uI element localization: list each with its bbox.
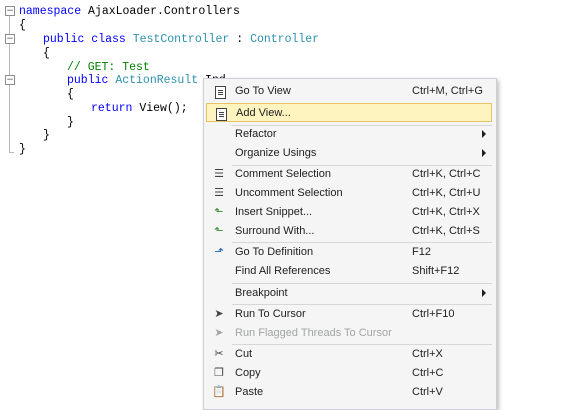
menu-item-insert-snippet[interactable]: ⬑ Insert Snippet... Ctrl+K, Ctrl+X: [206, 203, 492, 222]
brace-token: }: [19, 143, 26, 156]
menu-item-shortcut: Ctrl+K, Ctrl+C: [412, 168, 481, 180]
menu-item-label: Insert Snippet...: [235, 206, 313, 218]
menu-item-shortcut: Ctrl+C: [412, 367, 444, 379]
menu-item-shortcut: Ctrl+K, Ctrl+X: [412, 206, 480, 218]
menu-item-run-flagged-threads: ➤ Run Flagged Threads To Cursor: [206, 324, 492, 343]
menu-item-shortcut: Ctrl+K, Ctrl+S: [412, 225, 480, 237]
menu-item-shortcut: F12: [412, 246, 431, 258]
menu-item-label: Cut: [235, 348, 253, 360]
submenu-arrow-icon: [482, 130, 486, 138]
menu-item-label: Refactor: [235, 128, 277, 140]
menu-item-comment-selection[interactable]: ☰ Comment Selection Ctrl+K, Ctrl+C: [206, 165, 492, 184]
menu-item-label: Paste: [235, 386, 264, 398]
menu-item-label: Organize Usings: [235, 147, 317, 159]
menu-item-label: Find All References: [235, 265, 331, 277]
goto-definition-icon: ⬏: [214, 245, 224, 258]
document-icon: [211, 83, 227, 99]
menu-item-surround-with[interactable]: ⬑ Surround With... Ctrl+K, Ctrl+S: [206, 222, 492, 241]
menu-item-go-to-definition[interactable]: ⬏ Go To Definition F12: [206, 243, 492, 262]
menu-item-shortcut: Ctrl+K, Ctrl+U: [412, 187, 481, 199]
menu-item-label: Run To Cursor: [235, 308, 306, 320]
paste-icon: 📋: [212, 385, 226, 398]
menu-item-shortcut: Shift+F12: [412, 265, 460, 277]
menu-item-label: Comment Selection: [235, 168, 331, 180]
menu-item-run-to-cursor[interactable]: ➤ Run To Cursor Ctrl+F10: [206, 305, 492, 324]
document-icon: [212, 105, 228, 121]
menu-item-uncomment-selection[interactable]: ☰ Uncomment Selection Ctrl+K, Ctrl+U: [206, 184, 492, 203]
copy-icon: ❐: [214, 366, 224, 379]
cursor-icon: ➤: [214, 307, 224, 320]
scissors-icon: ✂: [214, 347, 224, 360]
menu-item-shortcut: Ctrl+F10: [412, 308, 455, 320]
menu-item-go-to-view[interactable]: Go To View Ctrl+M, Ctrl+G: [206, 82, 492, 101]
menu-item-breakpoint[interactable]: Breakpoint: [206, 284, 492, 303]
menu-item-refactor[interactable]: Refactor: [206, 125, 492, 144]
menu-item-label: Run Flagged Threads To Cursor: [235, 327, 392, 339]
comment-icon: ☰: [214, 167, 224, 180]
surround-icon: ⬑: [214, 224, 224, 237]
menu-item-shortcut: Ctrl+V: [412, 386, 443, 398]
context-menu: Go To View Ctrl+M, Ctrl+G Add View... Re…: [203, 78, 497, 410]
menu-item-label: Go To View: [235, 85, 291, 97]
menu-item-label: Surround With...: [235, 225, 315, 237]
menu-item-label: Copy: [235, 367, 261, 379]
menu-item-find-all-references[interactable]: Find All References Shift+F12: [206, 262, 492, 281]
menu-item-label: Breakpoint: [235, 287, 288, 299]
cursor-icon: ➤: [214, 326, 224, 339]
submenu-arrow-icon: [482, 149, 486, 157]
menu-item-label: Uncomment Selection: [235, 187, 343, 199]
snippet-icon: ⬑: [214, 205, 224, 218]
menu-item-shortcut: Ctrl+X: [412, 348, 443, 360]
menu-item-label: Add View...: [236, 107, 291, 119]
uncomment-icon: ☰: [214, 186, 224, 199]
menu-item-organize-usings[interactable]: Organize Usings: [206, 144, 492, 163]
menu-item-paste[interactable]: 📋 Paste Ctrl+V: [206, 383, 492, 402]
menu-item-add-view[interactable]: Add View...: [206, 103, 492, 122]
menu-item-label: Go To Definition: [235, 246, 314, 258]
submenu-arrow-icon: [482, 289, 486, 297]
menu-item-copy[interactable]: ❐ Copy Ctrl+C: [206, 364, 492, 383]
menu-item-cut[interactable]: ✂ Cut Ctrl+X: [206, 345, 492, 364]
menu-item-shortcut: Ctrl+M, Ctrl+G: [412, 85, 483, 97]
